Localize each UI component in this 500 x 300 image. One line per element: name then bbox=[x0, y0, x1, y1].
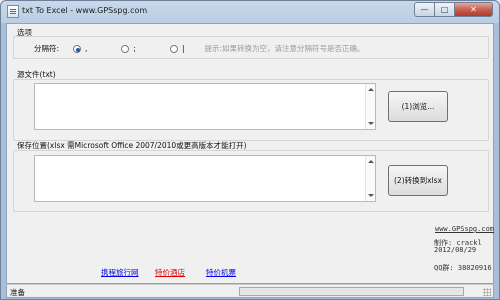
window-title: txt To Excel - www.GPSspg.com bbox=[22, 6, 148, 15]
qq-group-text: QQ群: 38020916 bbox=[434, 264, 492, 272]
minimize-button[interactable]: — bbox=[414, 2, 434, 17]
app-document-icon bbox=[7, 5, 19, 18]
main-panel: 选项 分隔符: , ; | 提示:如果转换为空，请注意分隔符号是否正确。 源文件… bbox=[6, 23, 494, 284]
radio-semicolon-label: ; bbox=[133, 44, 136, 53]
radio-comma[interactable]: , bbox=[73, 44, 87, 53]
website-link[interactable]: www.GPSspg.com bbox=[435, 225, 494, 233]
radio-comma-label: , bbox=[85, 44, 88, 53]
minimize-icon: — bbox=[420, 4, 429, 14]
separator-options: 分隔符: , ; | 提示:如果转换为空，请注意分隔符号是否正确。 bbox=[34, 43, 365, 54]
ctrip-link[interactable]: 携程旅行网 bbox=[101, 267, 139, 278]
radio-pipe-label: | bbox=[181, 44, 185, 53]
window-controls: — □ ✕ bbox=[414, 2, 493, 17]
browse-button-label: (1)浏览... bbox=[401, 102, 435, 111]
date-text: 2012/08/29 bbox=[434, 246, 477, 254]
convert-button[interactable]: (2)转换到xlsx bbox=[388, 165, 448, 196]
scroll-down-icon[interactable] bbox=[368, 122, 374, 125]
radio-pipe[interactable]: | bbox=[169, 44, 185, 53]
radio-comma-circle[interactable] bbox=[73, 44, 82, 53]
save-scrollbar[interactable] bbox=[365, 156, 375, 201]
radio-pipe-circle[interactable] bbox=[169, 44, 178, 53]
maximize-icon: □ bbox=[440, 4, 449, 14]
scroll-up-icon[interactable] bbox=[368, 160, 374, 163]
source-scrollbar[interactable] bbox=[365, 84, 375, 129]
radio-semicolon[interactable]: ; bbox=[121, 44, 136, 53]
resize-grip-icon[interactable] bbox=[483, 288, 491, 296]
browse-button[interactable]: (1)浏览... bbox=[388, 91, 448, 122]
status-bar: 准备 bbox=[6, 284, 494, 298]
separator-hint: 提示:如果转换为空，请注意分隔符号是否正确。 bbox=[204, 44, 365, 53]
radio-semicolon-circle[interactable] bbox=[121, 44, 130, 53]
save-location-textbox[interactable] bbox=[34, 155, 376, 202]
close-button[interactable]: ✕ bbox=[454, 2, 493, 17]
convert-button-label: (2)转换到xlsx bbox=[394, 176, 442, 185]
source-file-textbox[interactable] bbox=[34, 83, 376, 130]
maximize-button[interactable]: □ bbox=[434, 2, 454, 17]
progress-bar bbox=[239, 287, 464, 296]
flight-deal-link[interactable]: 特价机票 bbox=[206, 267, 236, 278]
title-bar[interactable]: txt To Excel - www.GPSspg.com — □ ✕ bbox=[1, 1, 499, 23]
close-icon: ✕ bbox=[470, 4, 477, 14]
scroll-down-icon[interactable] bbox=[368, 194, 374, 197]
scroll-up-icon[interactable] bbox=[368, 88, 374, 91]
app-window: txt To Excel - www.GPSspg.com — □ ✕ 选项 分… bbox=[0, 0, 500, 300]
separator-label: 分隔符: bbox=[34, 44, 60, 53]
hotel-deal-link[interactable]: 特价酒店 bbox=[155, 267, 185, 278]
status-text: 准备 bbox=[10, 288, 25, 297]
